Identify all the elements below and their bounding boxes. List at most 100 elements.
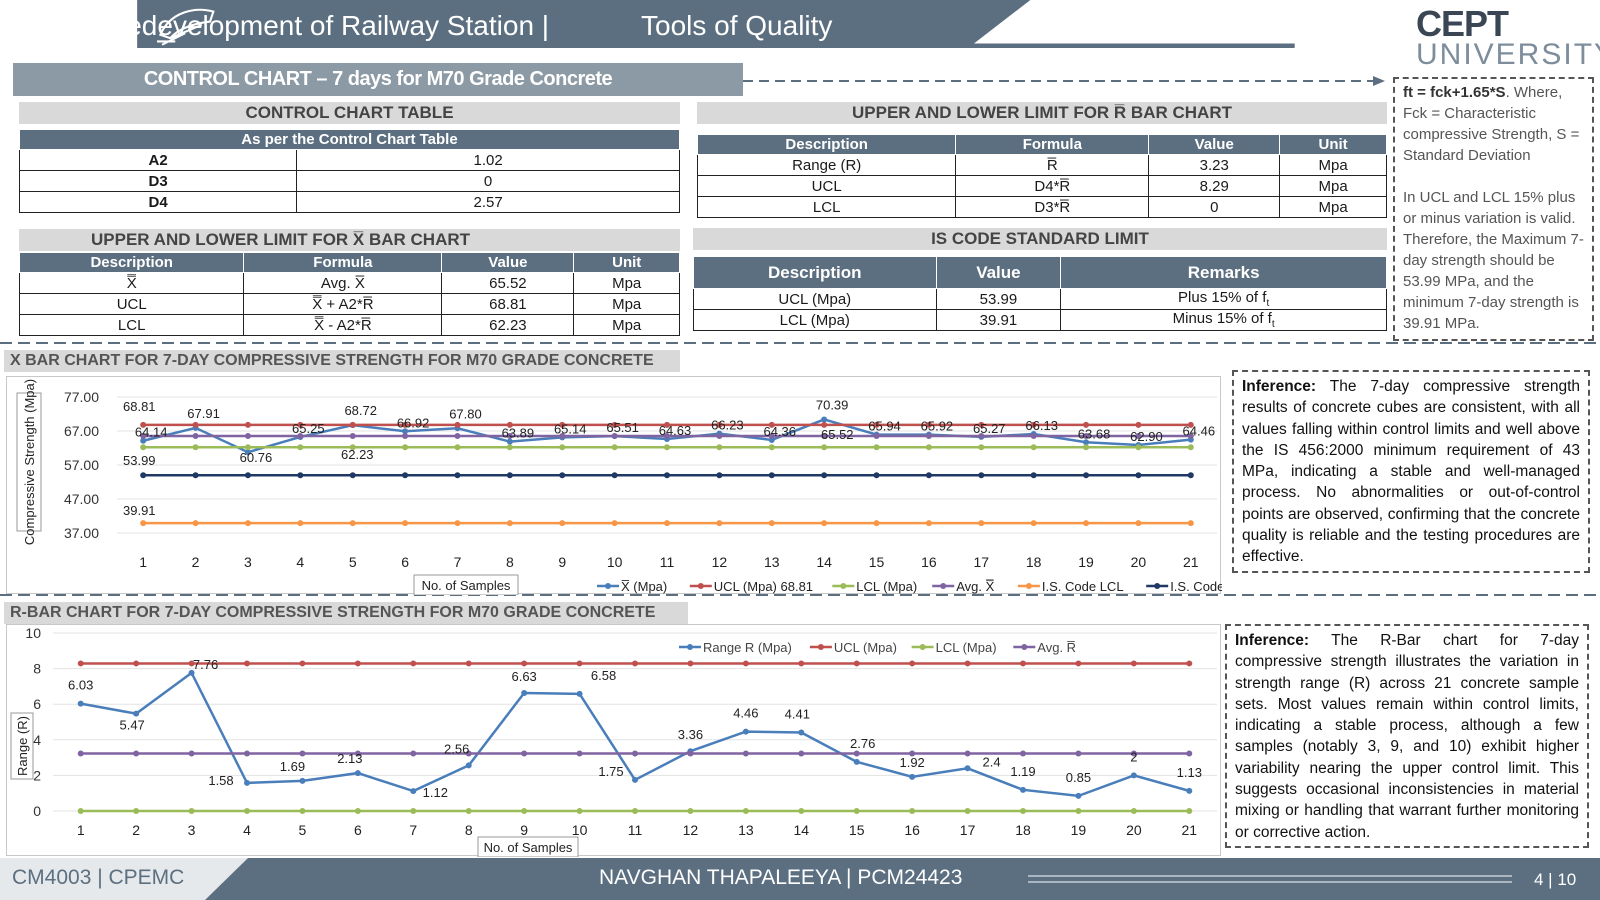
data-point	[742, 728, 749, 735]
legend-label: LCL (Mpa)	[856, 579, 917, 594]
data-point	[716, 444, 723, 451]
data-label: 65.94	[868, 419, 901, 434]
data-point	[140, 444, 147, 451]
data-point	[1130, 772, 1137, 779]
data-point	[687, 750, 694, 757]
data-point	[454, 421, 461, 428]
data-point	[299, 750, 306, 757]
x-tick-label: 19	[1078, 554, 1094, 570]
data-label: 65.92	[921, 419, 954, 434]
data-label: 5.47	[119, 718, 144, 733]
data-point	[192, 520, 199, 527]
control-chart-table: As per the Control Chart Table A2 1.02 D3…	[18, 129, 680, 213]
x-tick-label: 18	[1015, 822, 1031, 838]
legend-marker	[817, 644, 824, 650]
data-point	[1020, 808, 1026, 814]
data-point	[192, 472, 199, 479]
data-point	[687, 808, 694, 814]
data-label: 70.39	[816, 397, 849, 412]
data-point	[297, 520, 304, 527]
x-tick-label: 9	[558, 554, 566, 570]
data-point	[506, 520, 513, 527]
x-axis-title: No. of Samples	[422, 578, 511, 593]
limit-label: 68.81	[123, 399, 156, 414]
data-point	[1030, 472, 1037, 479]
data-label: 63.68	[1078, 426, 1111, 441]
legend-marker	[605, 583, 611, 589]
data-point	[299, 808, 306, 814]
x-tick-label: 4	[296, 554, 304, 570]
legend-marker	[940, 583, 947, 589]
data-point	[465, 660, 472, 667]
data-point	[559, 472, 566, 479]
x-tick-label: 11	[660, 554, 675, 570]
legend-label: I.S. Code UCL	[1170, 579, 1222, 594]
logo-text-top: CEPT	[1416, 3, 1509, 44]
y-tick-label: 2	[33, 767, 41, 783]
limit-label: 65.52	[821, 427, 854, 442]
page-number: 4 | 10	[1534, 870, 1577, 889]
x-tick-label: 1	[139, 554, 147, 570]
logo-text-bottom: UNIVERSITY	[1416, 38, 1600, 71]
data-point	[716, 472, 723, 479]
x-tick-label: 13	[738, 822, 754, 838]
legend-marker	[697, 583, 704, 589]
footer-author: NAVGHAN THAPALEEYA | PCM24423	[599, 866, 963, 889]
legend-marker	[1154, 583, 1161, 589]
data-point	[244, 433, 251, 440]
control-table-banner: CONTROL CHART TABLE	[19, 102, 680, 124]
data-point	[410, 660, 417, 667]
data-point	[978, 444, 985, 451]
x-tick-label: 21	[1181, 822, 1197, 838]
data-point	[410, 750, 417, 757]
xbar-chart-banner: X BAR CHART FOR 7-DAY COMPRESSIVE STRENG…	[4, 350, 680, 372]
data-point	[521, 689, 528, 696]
data-point	[297, 444, 304, 451]
y-tick-label: 47.00	[64, 491, 99, 507]
university-logo: CEPT UNIVERSITY	[1408, 3, 1600, 70]
data-point	[978, 520, 985, 527]
data-point	[873, 520, 880, 527]
y-tick-label: 67.00	[64, 423, 99, 439]
legend-marker	[687, 644, 693, 650]
data-point	[925, 520, 932, 527]
data-label: 1.19	[1010, 764, 1035, 779]
x-tick-label: 2	[132, 822, 140, 838]
data-point	[349, 433, 356, 440]
is-code-table: Description Value Remarks UCL (Mpa) 53.99…	[693, 256, 1387, 331]
data-point	[1130, 808, 1137, 814]
rbar-chart-frame: 0 2 4 6 8 10 1 2 3 4 5 6 7 8 9 10 11 12 13 14 15 16 17 18 19 20 21…	[6, 624, 1221, 858]
data-label: 65.25	[292, 421, 325, 436]
data-label: 6.03	[68, 678, 93, 693]
data-label: 4.41	[785, 707, 810, 722]
data-label: 64.14	[135, 425, 168, 440]
limit-label: 62.23	[341, 447, 374, 462]
data-point	[611, 520, 618, 527]
xbar-chart-frame: 37.00 47.00 57.00 67.00 77.00 1 2 3 4 5 6 7 8 9 10 11 12…	[6, 376, 1254, 596]
data-point	[853, 660, 860, 667]
data-point	[349, 421, 356, 428]
data-point	[1186, 750, 1193, 757]
legend-label: LCL (Mpa)	[936, 640, 997, 655]
y-tick-label: 57.00	[64, 457, 99, 473]
data-point	[821, 472, 828, 479]
x-tick-label: 9	[520, 822, 528, 838]
table-row: UCL (Mpa) 53.99 Plus 15% of ft	[693, 288, 1387, 310]
data-point	[192, 433, 199, 440]
data-point	[244, 472, 251, 479]
data-point	[576, 660, 583, 667]
legend-label: I.S. Code LCL	[1042, 579, 1124, 594]
data-point	[611, 444, 618, 451]
formula-note: ft = fck+1.65*S. Where, Fck = Characteri…	[1393, 77, 1594, 341]
data-label: 1.75	[598, 764, 623, 779]
y-axis-title: Range (R)	[15, 716, 30, 776]
data-point	[821, 416, 828, 423]
data-point	[297, 472, 304, 479]
x-tick-label: 13	[764, 554, 780, 570]
data-point	[133, 710, 140, 717]
data-point	[716, 520, 723, 527]
data-point	[611, 472, 618, 479]
note-limits-text: In UCL and LCL 15% plus or minus variati…	[1403, 189, 1584, 332]
legend-label: Avg. R̅	[1037, 640, 1076, 655]
data-point	[410, 788, 417, 795]
